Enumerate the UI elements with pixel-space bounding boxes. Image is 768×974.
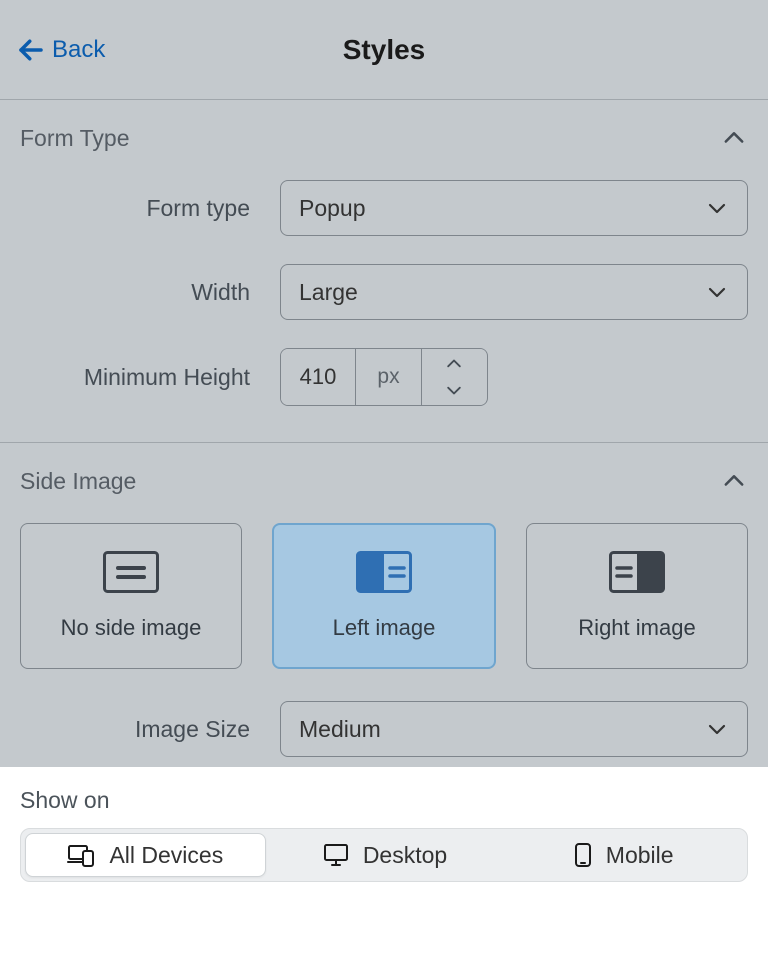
option-no-side-image-label: No side image (61, 615, 202, 641)
select-width[interactable]: Large (280, 264, 748, 320)
left-image-icon (356, 551, 412, 593)
option-left-image-label: Left image (333, 615, 436, 641)
chevron-up-icon (720, 467, 748, 495)
row-min-height: Minimum Height px (20, 348, 748, 406)
back-arrow-icon (16, 35, 46, 65)
no-side-image-icon (103, 551, 159, 593)
devices-icon (67, 843, 95, 867)
segment-desktop-label: Desktop (363, 842, 447, 869)
select-form-type[interactable]: Popup (280, 180, 748, 236)
right-image-icon (609, 551, 665, 593)
stepper-down-button[interactable] (422, 377, 486, 405)
section-title-form-type: Form Type (20, 125, 130, 152)
back-label: Back (52, 36, 105, 64)
row-image-size: Image Size Medium (20, 701, 748, 757)
label-width: Width (20, 279, 280, 306)
segment-desktop[interactable]: Desktop (266, 833, 505, 877)
min-height-unit: px (356, 349, 422, 405)
select-width-value: Large (299, 279, 358, 306)
quantity-stepper (422, 349, 486, 405)
page-title: Styles (0, 34, 768, 66)
option-right-image-label: Right image (578, 615, 695, 641)
segment-mobile-label: Mobile (606, 842, 674, 869)
section-side-image: Side Image No side image (0, 443, 768, 767)
option-right-image[interactable]: Right image (526, 523, 748, 669)
select-image-size[interactable]: Medium (280, 701, 748, 757)
select-form-type-value: Popup (299, 195, 366, 222)
section-form-type: Form Type Form type Popup Width Large (0, 100, 768, 443)
chevron-up-icon (720, 124, 748, 152)
segment-mobile[interactable]: Mobile (504, 833, 743, 877)
section-title-side-image: Side Image (20, 468, 136, 495)
chevron-down-icon (705, 196, 729, 220)
segment-all-devices[interactable]: All Devices (25, 833, 266, 877)
stepper-up-button[interactable] (422, 349, 486, 377)
side-image-options: No side image Left image (20, 523, 748, 669)
show-on-panel: Show on All Devices Desktop (0, 767, 768, 974)
mobile-icon (574, 842, 592, 868)
select-image-size-value: Medium (299, 716, 381, 743)
min-height-input[interactable] (281, 349, 356, 405)
header: Back Styles (0, 0, 768, 100)
show-on-segmented: All Devices Desktop Mobile (20, 828, 748, 882)
section-header-side-image[interactable]: Side Image (20, 443, 748, 523)
row-form-type: Form type Popup (20, 180, 748, 236)
option-left-image[interactable]: Left image (272, 523, 496, 669)
row-width: Width Large (20, 264, 748, 320)
desktop-icon (323, 843, 349, 867)
show-on-label: Show on (20, 787, 748, 814)
label-form-type: Form type (20, 195, 280, 222)
chevron-down-icon (705, 280, 729, 304)
section-header-form-type[interactable]: Form Type (20, 100, 748, 180)
min-height-input-group: px (280, 348, 488, 406)
label-min-height: Minimum Height (20, 364, 280, 391)
segment-all-devices-label: All Devices (109, 842, 223, 869)
chevron-down-icon (705, 717, 729, 741)
option-no-side-image[interactable]: No side image (20, 523, 242, 669)
back-button[interactable]: Back (0, 35, 105, 65)
label-image-size: Image Size (20, 716, 280, 743)
